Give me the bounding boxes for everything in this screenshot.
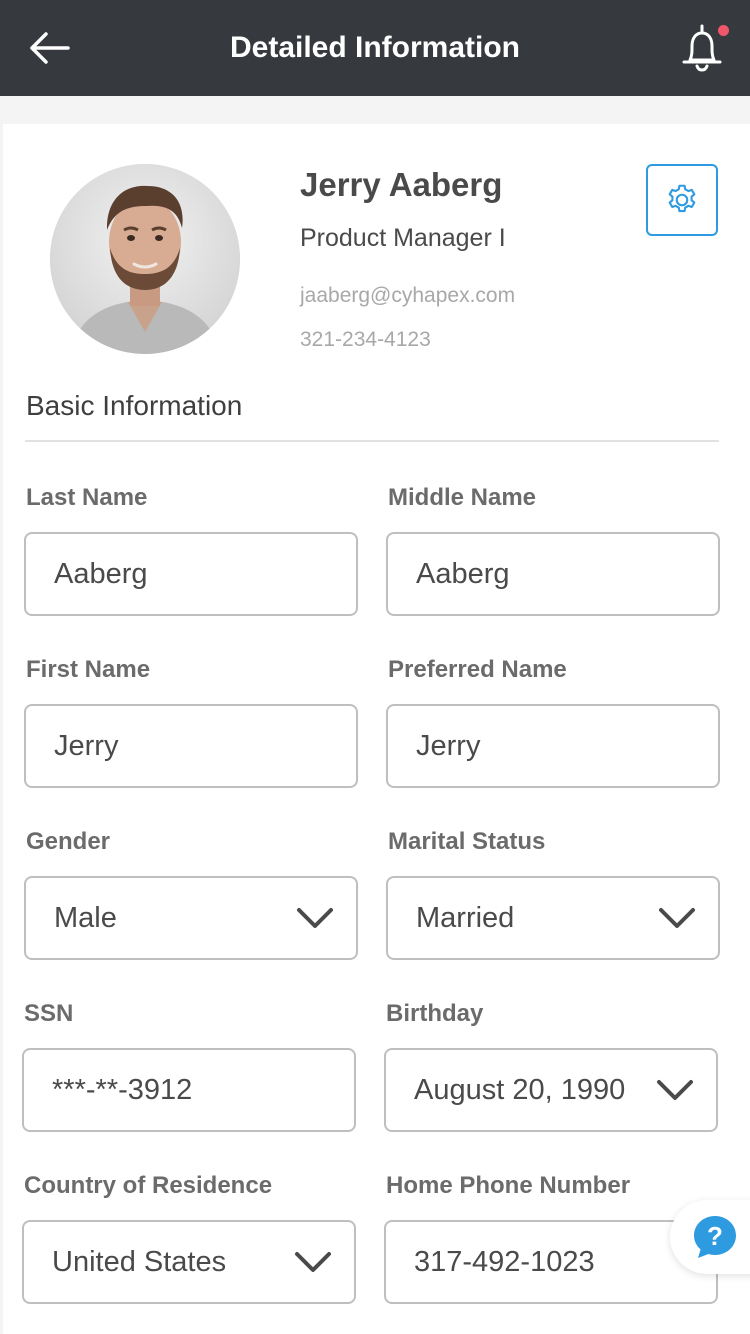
arrow-left-icon [30, 32, 70, 64]
gear-icon [668, 184, 696, 213]
gender-value: Male [54, 902, 117, 934]
profile-name: Jerry Aaberg [300, 166, 503, 203]
marital-status-value: Married [416, 902, 515, 934]
marital-status-select[interactable]: Married [386, 876, 720, 960]
chevron-down-icon [297, 908, 333, 928]
last-name-input[interactable]: Aaberg [24, 532, 358, 616]
top-bar: Detailed Information [0, 0, 750, 96]
first-name-label: First Name [26, 656, 151, 683]
profile-role: Product Manager I [300, 224, 506, 252]
page-title: Detailed Information [229, 31, 521, 64]
middle-name-input[interactable]: Aaberg [386, 532, 720, 616]
chevron-down-icon [295, 1252, 331, 1272]
section-title-basic-information: Basic Information [26, 390, 243, 421]
preferred-name-value: Jerry [416, 730, 481, 762]
home-phone-input[interactable]: 317-492-1023 [384, 1220, 718, 1304]
country-label: Country of Residence [24, 1172, 273, 1199]
ssn-value: ***-**-3912 [52, 1074, 193, 1106]
help-button[interactable]: ? [692, 1214, 738, 1260]
profile-email[interactable]: jaaberg@cyhapex.com [300, 284, 515, 308]
country-value: United States [52, 1246, 227, 1278]
ssn-input[interactable]: ***-**-3912 [22, 1048, 356, 1132]
notification-dot [718, 25, 729, 36]
home-phone-value: 317-492-1023 [414, 1246, 595, 1278]
first-name-value: Jerry [54, 730, 119, 762]
ssn-label: SSN [24, 1000, 74, 1027]
middle-name-label: Middle Name [388, 484, 537, 511]
last-name-label: Last Name [26, 484, 148, 511]
settings-button[interactable] [646, 164, 718, 236]
profile-phone[interactable]: 321-234-4123 [300, 328, 431, 352]
middle-name-value: Aaberg [416, 558, 510, 590]
svg-text:?: ? [707, 1221, 723, 1251]
back-button[interactable] [26, 28, 74, 68]
marital-status-label: Marital Status [388, 828, 546, 855]
chevron-down-icon [657, 1080, 693, 1100]
country-select[interactable]: United States [22, 1220, 356, 1304]
preferred-name-label: Preferred Name [388, 656, 567, 683]
last-name-value: Aaberg [54, 558, 148, 590]
birthday-value: August 20, 1990 [414, 1074, 626, 1106]
birthday-label: Birthday [386, 1000, 484, 1027]
home-phone-label: Home Phone Number [386, 1172, 631, 1199]
first-name-input[interactable]: Jerry [24, 704, 358, 788]
question-chat-icon: ? [694, 1216, 736, 1258]
birthday-select[interactable]: August 20, 1990 [384, 1048, 718, 1132]
section-divider [25, 440, 719, 442]
chevron-down-icon [659, 908, 695, 928]
avatar [50, 164, 240, 354]
gender-select[interactable]: Male [24, 876, 358, 960]
preferred-name-input[interactable]: Jerry [386, 704, 720, 788]
gender-label: Gender [26, 828, 111, 855]
